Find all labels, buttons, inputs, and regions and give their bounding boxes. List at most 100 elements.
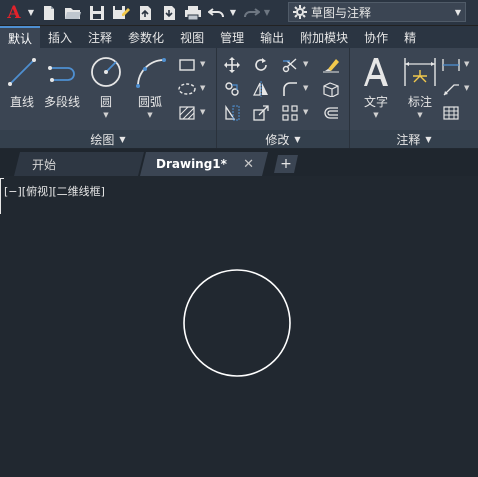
array-tool[interactable] [279, 103, 301, 123]
draw-panel-footer[interactable]: 绘图 ▼ [0, 130, 216, 148]
chevron-down-icon: ▼ [119, 134, 126, 144]
table-tool[interactable] [440, 103, 462, 123]
hatch-tool[interactable] [176, 103, 198, 123]
close-icon[interactable]: ✕ [243, 157, 254, 172]
text-caret-icon[interactable]: ▼ [373, 111, 378, 119]
workspace-switcher[interactable]: 草图与注释 ▼ [288, 2, 466, 22]
save-to-web-button[interactable] [158, 2, 180, 24]
fillet-caret-icon[interactable]: ▼ [303, 84, 308, 92]
tab-addins[interactable]: 附加模块 [292, 26, 356, 48]
polyline-tool[interactable]: 多段线 [44, 54, 80, 110]
save-button[interactable] [86, 2, 108, 24]
tab-parametric[interactable]: 参数化 [120, 26, 172, 48]
redo-caret-icon[interactable]: ▼ [262, 2, 272, 24]
drawing-canvas[interactable]: [−][俯视][二维线框] [0, 176, 478, 477]
tab-annotate[interactable]: 注释 [80, 26, 120, 48]
scissors-icon [282, 58, 297, 73]
undo-button[interactable] [206, 2, 228, 24]
save-as-button[interactable] [110, 2, 132, 24]
ribbon-panel: 直线 多段线 圆 ▼ 圆弧 ▼ ▼ ▼ ▼ 绘图 ▼ ▼ ▼ ▼ 修改 ▼ 文字… [0, 48, 478, 148]
arc-caret-icon[interactable]: ▼ [147, 111, 152, 119]
chevron-down-icon: ▼ [425, 134, 432, 144]
tab-home[interactable]: 默认 [0, 26, 41, 48]
application-menu-button[interactable]: A [2, 2, 26, 24]
text-tool[interactable]: 文字 ▼ [358, 54, 394, 119]
circle-icon [91, 57, 121, 87]
tab-insert[interactable]: 插入 [40, 26, 80, 48]
plot-button[interactable] [182, 2, 204, 24]
move-tool[interactable] [221, 55, 243, 75]
stretch-tool[interactable] [221, 103, 243, 123]
redo-button[interactable] [240, 2, 262, 24]
trim-caret-icon[interactable]: ▼ [303, 60, 308, 68]
annotation-panel-footer[interactable]: 注释 ▼ [350, 130, 478, 148]
leader-tool[interactable] [440, 79, 462, 99]
mirror-tool[interactable] [250, 79, 272, 99]
line-tool-label: 直线 [9, 95, 34, 109]
open-file-button[interactable] [62, 2, 84, 24]
explode-tool[interactable] [320, 79, 342, 99]
new-file-icon [44, 5, 54, 20]
array-caret-icon[interactable]: ▼ [303, 108, 308, 116]
fillet-tool[interactable] [279, 79, 301, 99]
polyline-tool-label: 多段线 [44, 95, 81, 109]
dimension-caret-icon[interactable]: ▼ [417, 111, 422, 119]
offset-tool[interactable] [320, 103, 342, 123]
dimension-tool-label: 标注 [407, 95, 432, 109]
new-file-button[interactable] [38, 2, 60, 24]
tab-start-label: 开始 [32, 157, 57, 172]
move-icon [224, 57, 240, 73]
drawing-area [183, 269, 291, 377]
copy-tool[interactable] [221, 79, 243, 99]
chevron-down-icon: ▼ [454, 7, 462, 17]
linear-dim-tool[interactable] [440, 55, 462, 75]
tab-collaborate[interactable]: 协作 [356, 26, 396, 48]
circle-caret-icon[interactable]: ▼ [103, 111, 108, 119]
undo-caret-icon[interactable]: ▼ [228, 2, 238, 24]
rectangle-tool[interactable] [176, 55, 198, 75]
table-icon [443, 106, 459, 120]
scale-tool[interactable] [250, 103, 272, 123]
text-a-icon [364, 58, 388, 86]
cube-icon [323, 82, 339, 97]
undo-icon [208, 7, 224, 17]
trim-tool[interactable] [279, 55, 301, 75]
circle-tool[interactable]: 圆 ▼ [88, 54, 124, 119]
linear-dim-caret-icon[interactable]: ▼ [464, 60, 469, 68]
copy-icon [225, 82, 239, 96]
rectangle-caret-icon[interactable]: ▼ [200, 60, 205, 68]
leader-caret-icon[interactable]: ▼ [464, 84, 469, 92]
modify-panel-footer[interactable]: 修改 ▼ [217, 130, 349, 148]
tab-start[interactable]: 开始 [14, 152, 144, 176]
tab-output[interactable]: 输出 [252, 26, 292, 48]
open-folder-icon [65, 7, 81, 19]
app-menu-caret-icon[interactable]: ▼ [26, 2, 36, 24]
erase-tool[interactable] [320, 55, 342, 75]
line-tool[interactable]: 直线 [4, 54, 40, 110]
ellipse-icon [178, 83, 196, 95]
drawn-circle[interactable] [183, 269, 291, 377]
tab-manage[interactable]: 管理 [212, 26, 252, 48]
save-icon [90, 5, 104, 20]
rotate-tool[interactable] [250, 55, 272, 75]
ellipse-tool[interactable] [176, 79, 198, 99]
hatch-caret-icon[interactable]: ▼ [200, 108, 205, 116]
circle-tool-label: 圆 [99, 95, 112, 109]
text-tool-label: 文字 [363, 95, 388, 109]
hatch-icon [179, 106, 195, 120]
tab-view[interactable]: 视图 [172, 26, 212, 48]
tab-drawing1[interactable]: Drawing1* ✕ [140, 152, 268, 176]
new-tab-button[interactable]: + [274, 155, 298, 173]
annotation-panel-title: 注释 [396, 132, 421, 147]
mirror-icon [253, 81, 268, 97]
arc-tool-label: 圆弧 [137, 95, 162, 109]
tab-featured[interactable]: 精 [396, 26, 424, 48]
ellipse-caret-icon[interactable]: ▼ [200, 84, 205, 92]
file-tab-bar: 开始 Drawing1* ✕ + [0, 149, 478, 176]
scale-icon [253, 105, 269, 121]
modify-panel: ▼ ▼ ▼ 修改 ▼ [217, 48, 350, 148]
dimension-tool[interactable]: 标注 ▼ [402, 54, 438, 119]
open-from-web-button[interactable] [134, 2, 156, 24]
offset-icon [324, 107, 338, 119]
arc-tool[interactable]: 圆弧 ▼ [132, 54, 168, 119]
